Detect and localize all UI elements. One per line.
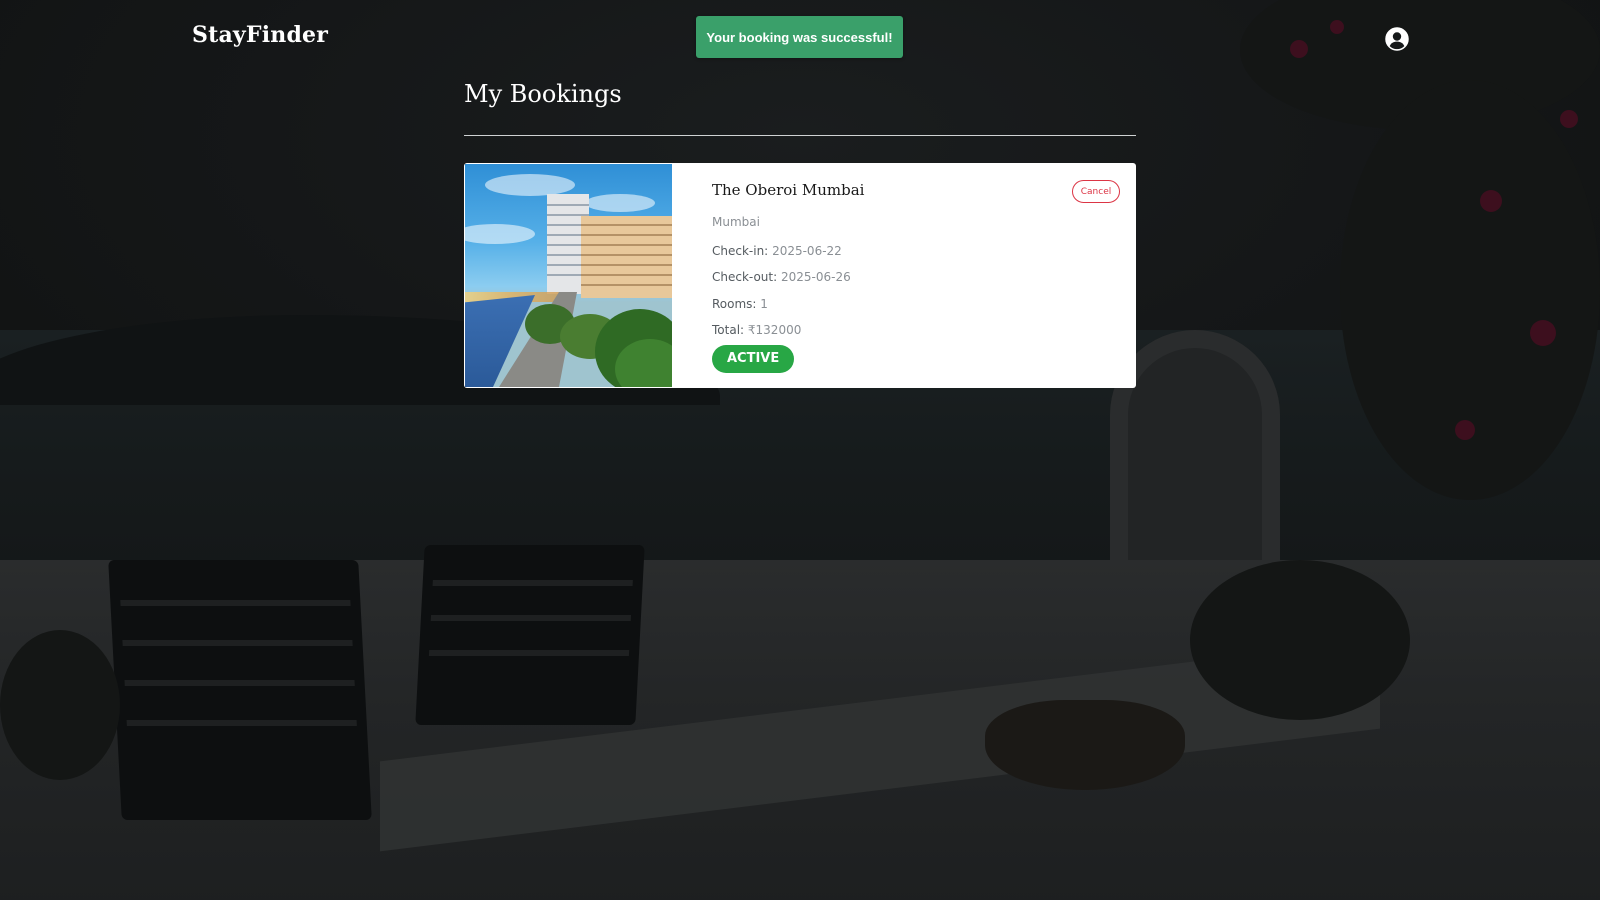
checkout-row: Check-out: 2025-06-26 [712,270,1120,286]
page-title: My Bookings [464,80,622,108]
background-flower [1330,20,1344,34]
background-plant-pot [985,700,1185,790]
booking-details: The Oberoi Mumbai Cancel Mumbai Check-in… [672,163,1136,388]
background-flower [1455,420,1475,440]
background-plant [0,630,120,780]
user-circle-icon [1385,27,1409,51]
background-flower [1480,190,1502,212]
total-value: ₹132000 [747,323,802,337]
main-content: My Bookings The Oberoi Mumbai Cancel Mum… [464,78,1136,388]
cancel-booking-button[interactable]: Cancel [1072,180,1120,203]
rooms-label: Rooms: [712,297,757,311]
brand-logo[interactable]: StayFinder [192,22,328,48]
background-chair [108,560,372,820]
toast-message: Your booking was successful! [706,29,893,45]
background-flower [1560,110,1578,128]
checkout-value: 2025-06-26 [781,270,851,284]
background-flower [1530,320,1556,346]
checkin-label: Check-in: [712,244,769,258]
background-flower [1290,40,1308,58]
hotel-name: The Oberoi Mumbai [712,181,865,199]
rooms-value: 1 [760,297,768,311]
rooms-row: Rooms: 1 [712,297,1120,313]
booking-card: The Oberoi Mumbai Cancel Mumbai Check-in… [464,163,1136,388]
checkin-row: Check-in: 2025-06-22 [712,244,1120,260]
checkout-label: Check-out: [712,270,778,284]
success-toast: Your booking was successful! [696,16,903,58]
status-badge: ACTIVE [712,345,795,373]
total-label: Total: [712,323,745,337]
background-chair [415,545,645,725]
hotel-location: Mumbai [712,215,760,229]
account-button[interactable] [1385,27,1409,51]
checkin-value: 2025-06-22 [772,244,842,258]
hotel-image [465,164,672,387]
background-plant [1190,560,1410,720]
title-divider [464,135,1136,136]
total-row: Total: ₹132000 [712,323,1120,339]
